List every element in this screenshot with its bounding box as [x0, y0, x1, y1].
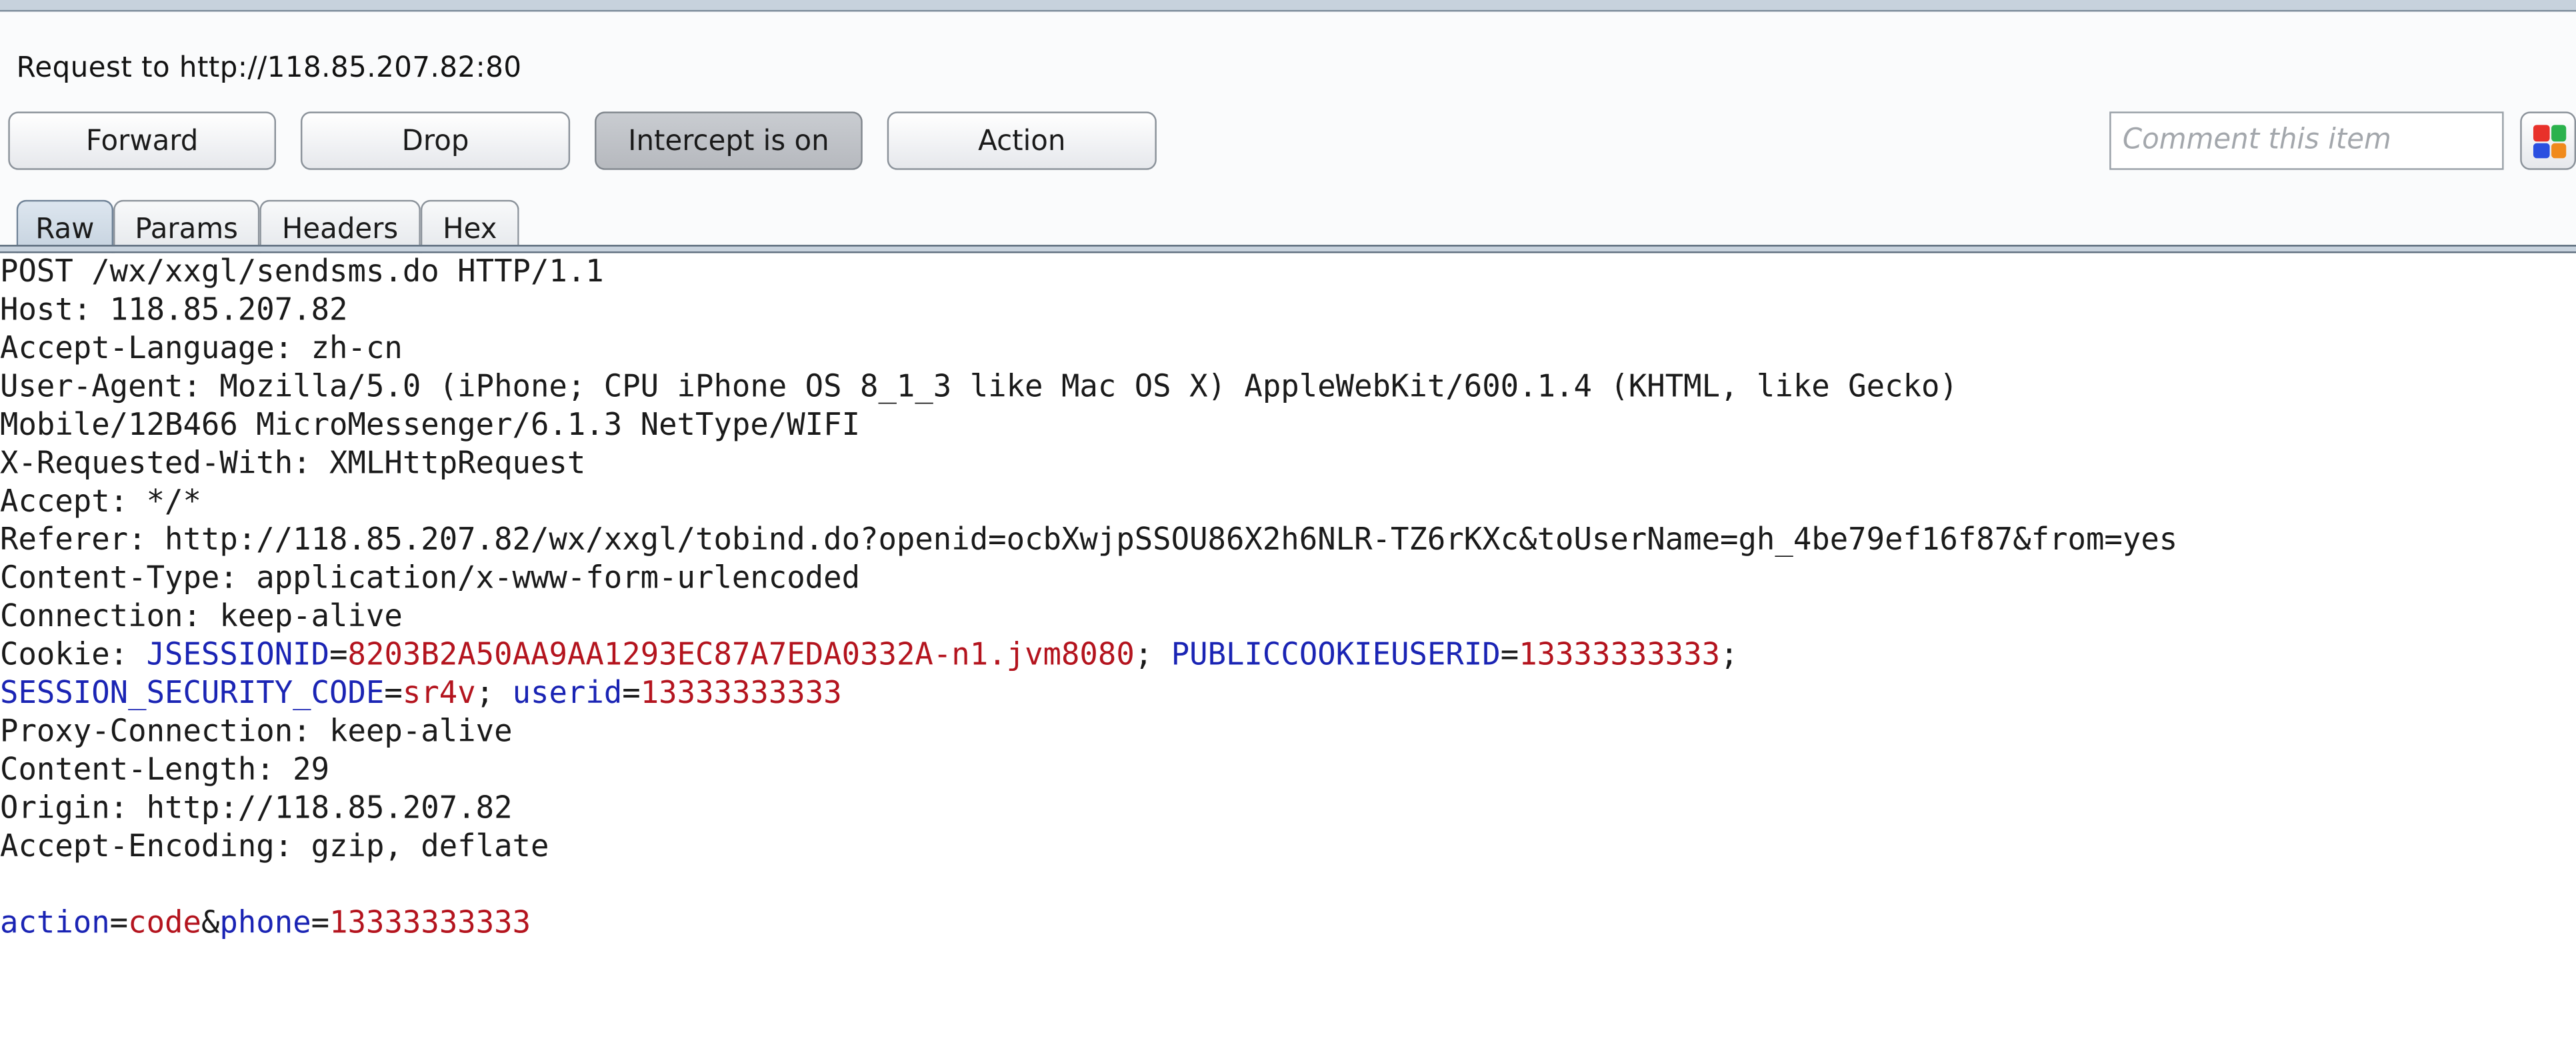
request-line: POST /wx/xxgl/sendsms.do HTTP/1.1 [0, 255, 604, 290]
swatch-green [2550, 125, 2567, 141]
param-name: action [0, 906, 110, 942]
cookie-value: sr4v [402, 676, 476, 712]
header-content-type: Content-Type: application/x-www-form-url… [0, 561, 861, 597]
raw-request-editor[interactable]: POST /wx/xxgl/sendsms.do HTTP/1.1 Host: … [0, 253, 2576, 1051]
header-cookie-continued: SESSION_SECURITY_CODE=sr4v; userid=13333… [0, 676, 842, 712]
window-top-border [0, 0, 2576, 12]
proxy-intercept-panel: Request to http://118.85.207.82:80 Forwa… [0, 0, 2576, 1051]
forward-button[interactable]: Forward [8, 111, 277, 170]
header-cookie: Cookie: JSESSIONID=8203B2A50AA9AA1293EC8… [0, 638, 1739, 674]
header-accept-encoding: Accept-Encoding: gzip, deflate [0, 829, 549, 865]
param-value: code [128, 906, 201, 942]
header-host: Host: 118.85.207.82 [0, 293, 348, 329]
swatch-blue [2533, 142, 2549, 159]
tab-content-divider [0, 245, 2576, 253]
swatch-red [2533, 125, 2549, 141]
cookie-name: userid [512, 676, 623, 712]
header-accept-language: Accept-Language: zh-cn [0, 331, 403, 367]
param-name: phone [219, 906, 311, 942]
header-referer: Referer: http://118.85.207.82/wx/xxgl/to… [0, 523, 2178, 558]
cookie-name: SESSION_SECURITY_CODE [0, 676, 385, 712]
drop-button[interactable]: Drop [300, 111, 571, 170]
header-x-requested-with: X-Requested-With: XMLHttpRequest [0, 446, 586, 481]
header-origin: Origin: http://118.85.207.82 [0, 791, 513, 826]
header-accept: Accept: */* [0, 484, 201, 520]
request-body: action=code&phone=13333333333 [0, 906, 531, 942]
param-value: 13333333333 [329, 906, 531, 942]
header-user-agent: User-Agent: Mozilla/5.0 (iPhone; CPU iPh… [0, 369, 1958, 405]
color-highlight-icon [2533, 125, 2567, 159]
header-proxy-connection: Proxy-Connection: keep-alive [0, 714, 513, 750]
cookie-name: JSESSIONID [146, 638, 330, 674]
request-target-title: Request to http://118.85.207.82:80 [16, 51, 522, 85]
cookie-value: 8203B2A50AA9AA1293EC87A7EDA0332A-n1.jvm8… [347, 638, 1135, 674]
highlight-color-button[interactable] [2520, 111, 2576, 170]
cookie-value: 13333333333 [1519, 638, 1721, 674]
cookie-value: 13333333333 [640, 676, 842, 712]
header-content-length: Content-Length: 29 [0, 752, 330, 788]
intercept-header: Request to http://118.85.207.82:80 Forwa… [0, 11, 2576, 259]
header-user-agent-continued: Mobile/12B466 MicroMessenger/6.1.3 NetTy… [0, 407, 861, 443]
action-button[interactable]: Action [887, 111, 1157, 170]
intercept-toggle-button[interactable]: Intercept is on [595, 111, 863, 170]
cookie-prefix: Cookie: [0, 638, 147, 674]
comment-field[interactable]: Comment this item [2109, 111, 2504, 170]
swatch-orange [2550, 142, 2567, 159]
header-connection: Connection: keep-alive [0, 600, 403, 635]
cookie-name: PUBLICCOOKIEUSERID [1171, 638, 1501, 674]
